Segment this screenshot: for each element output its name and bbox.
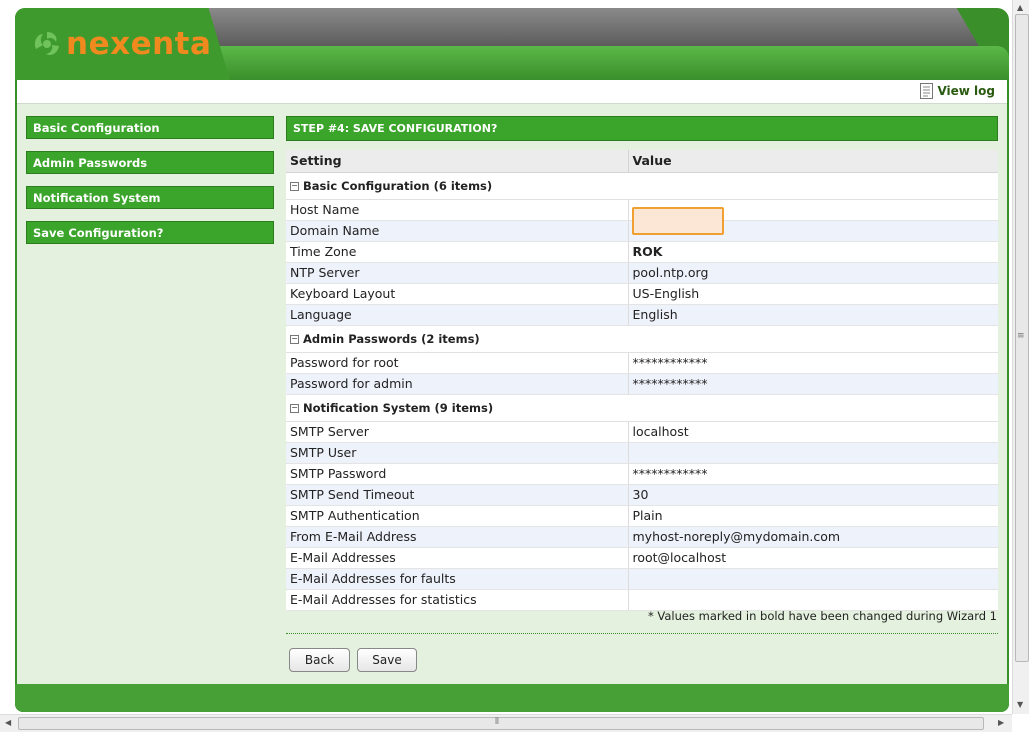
group-title: Notification System (9 items) [303, 400, 494, 415]
brand-name: nexenta [66, 26, 212, 62]
table-row[interactable]: From E-Mail Address myhost-noreply@mydoma… [286, 526, 998, 548]
save-button[interactable]: Save [357, 648, 417, 672]
content-area: Basic Configuration Admin Passwords Noti… [17, 104, 1007, 684]
setting-cell: E-Mail Addresses for faults [286, 568, 629, 590]
table-row[interactable]: Password for root ************ [286, 352, 998, 374]
group-title: Basic Configuration (6 items) [303, 178, 493, 193]
collapse-icon[interactable]: − [290, 403, 299, 413]
setting-cell: E-Mail Addresses for statistics [286, 589, 629, 611]
table-row[interactable]: SMTP User [286, 442, 998, 464]
table-row[interactable]: SMTP Password ************ [286, 463, 998, 485]
value-cell: Plain [628, 505, 998, 527]
collapse-icon[interactable]: − [290, 181, 299, 191]
sidebar-item-notification-system[interactable]: Notification System [26, 186, 274, 209]
setting-cell: SMTP Authentication [286, 505, 629, 527]
changed-values-note: * Values marked in bold have been change… [647, 609, 997, 623]
group-header[interactable]: − Admin Passwords (2 items) [286, 325, 998, 353]
host-name-redaction [632, 207, 724, 235]
value-cell: ************ [628, 352, 998, 374]
group-header[interactable]: − Basic Configuration (6 items) [286, 172, 998, 200]
group-row[interactable]: − Basic Configuration (6 items) [286, 172, 998, 200]
table-row[interactable]: E-Mail Addresses for faults [286, 568, 998, 590]
value-cell [628, 589, 998, 611]
view-log-label[interactable]: View log [937, 84, 995, 98]
scroll-left-icon[interactable]: ◀ [5, 718, 11, 727]
table-row[interactable]: Password for admin ************ [286, 373, 998, 395]
sidebar-item-admin-passwords[interactable]: Admin Passwords [26, 151, 274, 174]
setting-cell: Domain Name [286, 220, 629, 242]
grip-icon: ⦀ [495, 717, 499, 727]
setting-cell: Password for root [286, 352, 629, 374]
setting-cell: SMTP Server [286, 421, 629, 443]
group-title: Admin Passwords (2 items) [303, 331, 480, 346]
setting-cell: SMTP Password [286, 463, 629, 485]
scroll-down-icon[interactable]: ▼ [1017, 700, 1023, 709]
value-cell: ROK [628, 241, 998, 263]
value-cell: ************ [628, 463, 998, 485]
collapse-icon[interactable]: − [290, 334, 299, 344]
toolbar: View log [17, 80, 1007, 104]
group-row[interactable]: − Admin Passwords (2 items) [286, 325, 998, 353]
view-log-link[interactable]: View log [920, 83, 995, 99]
value-cell: ************ [628, 373, 998, 395]
footer-bar [15, 684, 1009, 712]
scroll-up-icon[interactable]: ▲ [1017, 3, 1023, 12]
table-row[interactable]: Language English [286, 304, 998, 326]
table-row[interactable]: E-Mail Addresses for statistics [286, 589, 998, 611]
document-icon [920, 83, 934, 99]
setting-cell: From E-Mail Address [286, 526, 629, 548]
value-cell: myhost-noreply@mydomain.com [628, 526, 998, 548]
table-row[interactable]: SMTP Authentication Plain [286, 505, 998, 527]
grip-icon: ≡ [1017, 331, 1025, 341]
divider [286, 633, 998, 634]
value-cell: US-English [628, 283, 998, 305]
table-row[interactable]: SMTP Send Timeout 30 [286, 484, 998, 506]
sidebar-item-basic-configuration[interactable]: Basic Configuration [26, 116, 274, 139]
column-header-setting[interactable]: Setting [286, 150, 629, 173]
table-row[interactable]: E-Mail Addresses root@localhost [286, 547, 998, 569]
group-row[interactable]: − Notification System (9 items) [286, 394, 998, 422]
table-row[interactable]: NTP Server pool.ntp.org [286, 262, 998, 284]
setting-cell: Host Name [286, 199, 629, 221]
horizontal-scrollbar[interactable]: ◀ ⦀ ▶ [0, 714, 1012, 732]
setting-cell: SMTP User [286, 442, 629, 464]
setting-cell: NTP Server [286, 262, 629, 284]
nexenta-logo: nexenta [32, 24, 211, 64]
header-decoration [200, 8, 980, 48]
sidebar-item-save-configuration[interactable]: Save Configuration? [26, 221, 274, 244]
value-cell: root@localhost [628, 547, 998, 569]
back-button[interactable]: Back [289, 648, 350, 672]
setting-cell: Language [286, 304, 629, 326]
value-cell: localhost [628, 421, 998, 443]
table-row[interactable]: Time Zone ROK [286, 241, 998, 263]
setting-cell: Password for admin [286, 373, 629, 395]
setting-cell: Time Zone [286, 241, 629, 263]
value-cell [628, 442, 998, 464]
horizontal-scroll-thumb[interactable]: ⦀ [18, 717, 984, 730]
step-title: STEP #4: SAVE CONFIGURATION? [286, 116, 998, 141]
column-header-value[interactable]: Value [628, 150, 998, 173]
setting-cell: E-Mail Addresses [286, 547, 629, 569]
scroll-right-icon[interactable]: ▶ [998, 718, 1004, 727]
value-cell: English [628, 304, 998, 326]
value-cell [628, 568, 998, 590]
setting-cell: SMTP Send Timeout [286, 484, 629, 506]
table-row[interactable]: SMTP Server localhost [286, 421, 998, 443]
vertical-scrollbar[interactable]: ▲ ≡ ▼ [1012, 0, 1029, 714]
value-cell: 30 [628, 484, 998, 506]
nexenta-swirl-icon [34, 32, 59, 56]
table-row[interactable]: Keyboard Layout US-English [286, 283, 998, 305]
vertical-scroll-thumb[interactable]: ≡ [1015, 14, 1029, 662]
setting-cell: Keyboard Layout [286, 283, 629, 305]
group-header[interactable]: − Notification System (9 items) [286, 394, 998, 422]
value-cell: pool.ntp.org [628, 262, 998, 284]
